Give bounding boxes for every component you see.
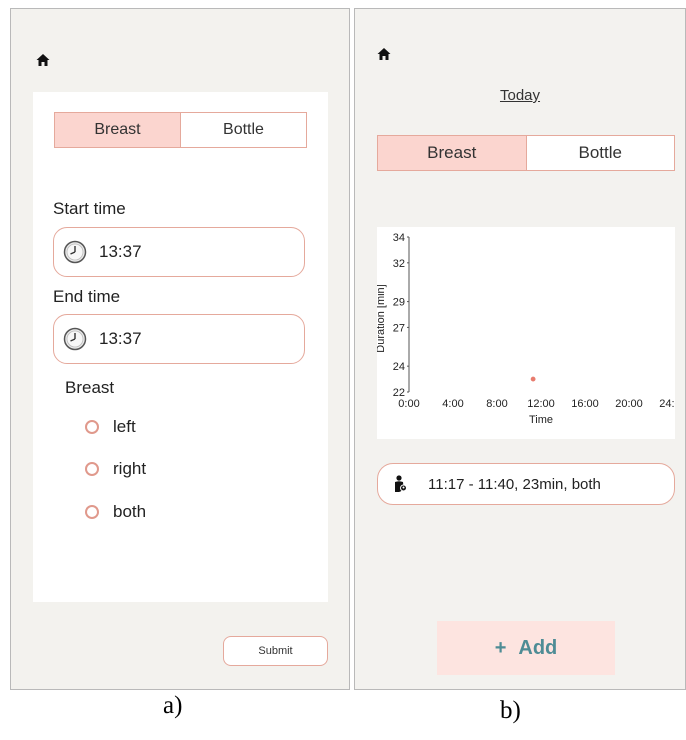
y-tick-label: 29 [393, 297, 405, 309]
y-tick-label: 24 [393, 361, 405, 373]
today-link[interactable]: Today [355, 87, 685, 104]
feeding-entry-text: 11:17 - 11:40, 23min, both [428, 475, 601, 493]
feeding-type-toggle: Breast Bottle [377, 135, 675, 171]
radio-label: right [113, 459, 147, 478]
y-tick-label: 27 [393, 322, 405, 334]
add-button-label: Add [518, 636, 558, 659]
x-tick-label: 24:00 [659, 398, 675, 410]
breast-tab[interactable]: Breast [55, 113, 181, 147]
radio-circle [85, 462, 99, 476]
clock-icon [63, 240, 87, 264]
panel-a-feeding-form: Breast Bottle Start time 13:37 End time … [10, 8, 350, 690]
breast-side-label: Breast [65, 378, 115, 397]
y-tick-label: 32 [393, 258, 405, 270]
plus-icon: + [494, 636, 507, 659]
form-card: Breast Bottle Start time 13:37 End time … [33, 92, 328, 602]
clock-icon [63, 327, 87, 351]
bottle-tab[interactable]: Bottle [181, 113, 306, 147]
data-point [530, 376, 536, 382]
submit-button[interactable]: Submit [223, 636, 328, 666]
add-button[interactable]: + Add [437, 621, 615, 675]
feeding-entry[interactable]: 11:17 - 11:40, 23min, both [377, 463, 675, 505]
radio-circle [85, 505, 99, 519]
radio-left[interactable]: left [85, 417, 136, 437]
y-axis-label: Duration [min] [377, 284, 387, 352]
home-icon[interactable] [377, 47, 391, 61]
radio-label: both [113, 502, 147, 521]
home-icon[interactable] [36, 53, 50, 67]
x-tick-label: 8:00 [486, 398, 507, 410]
bottle-tab[interactable]: Bottle [526, 136, 674, 170]
radio-label: left [113, 417, 136, 436]
caption-a: a) [163, 692, 183, 719]
end-time-value: 13:37 [99, 329, 142, 348]
x-tick-label: 20:00 [615, 398, 643, 410]
duration-chart-svg: 2224272932340:00 4:00 8:00 12:00 16:00 20:00 2… [377, 232, 675, 426]
x-tick-label: 16:00 [571, 398, 599, 410]
start-time-label: Start time [53, 199, 126, 218]
x-axis-label: Time [529, 414, 553, 426]
x-tick-label: 12:00 [527, 398, 555, 410]
x-tick-label: 0:00 [398, 398, 419, 410]
end-time-field[interactable]: 13:37 [53, 314, 305, 364]
panel-b-feeding-overview: Today Breast Bottle 22 24 27 29 32 34 0:00 4:00… [354, 8, 686, 690]
breast-tab[interactable]: Breast [378, 136, 527, 170]
start-time-field[interactable]: 13:37 [53, 227, 305, 277]
x-tick-label: 4:00 [442, 398, 463, 410]
feeding-type-toggle: Breast Bottle [54, 112, 307, 148]
radio-both[interactable]: both [85, 502, 146, 522]
radio-right[interactable]: right [85, 459, 146, 479]
radio-circle [85, 420, 99, 434]
end-time-label: End time [53, 287, 121, 306]
start-time-value: 13:37 [99, 242, 142, 261]
duration-chart: 22 24 27 29 32 34 0:00 4:00 8:00 12:00 16:00 20:00 2… [377, 227, 675, 439]
caption-b: b) [500, 697, 521, 724]
y-tick-label: 34 [393, 232, 405, 244]
breastfeeding-icon [395, 475, 407, 492]
